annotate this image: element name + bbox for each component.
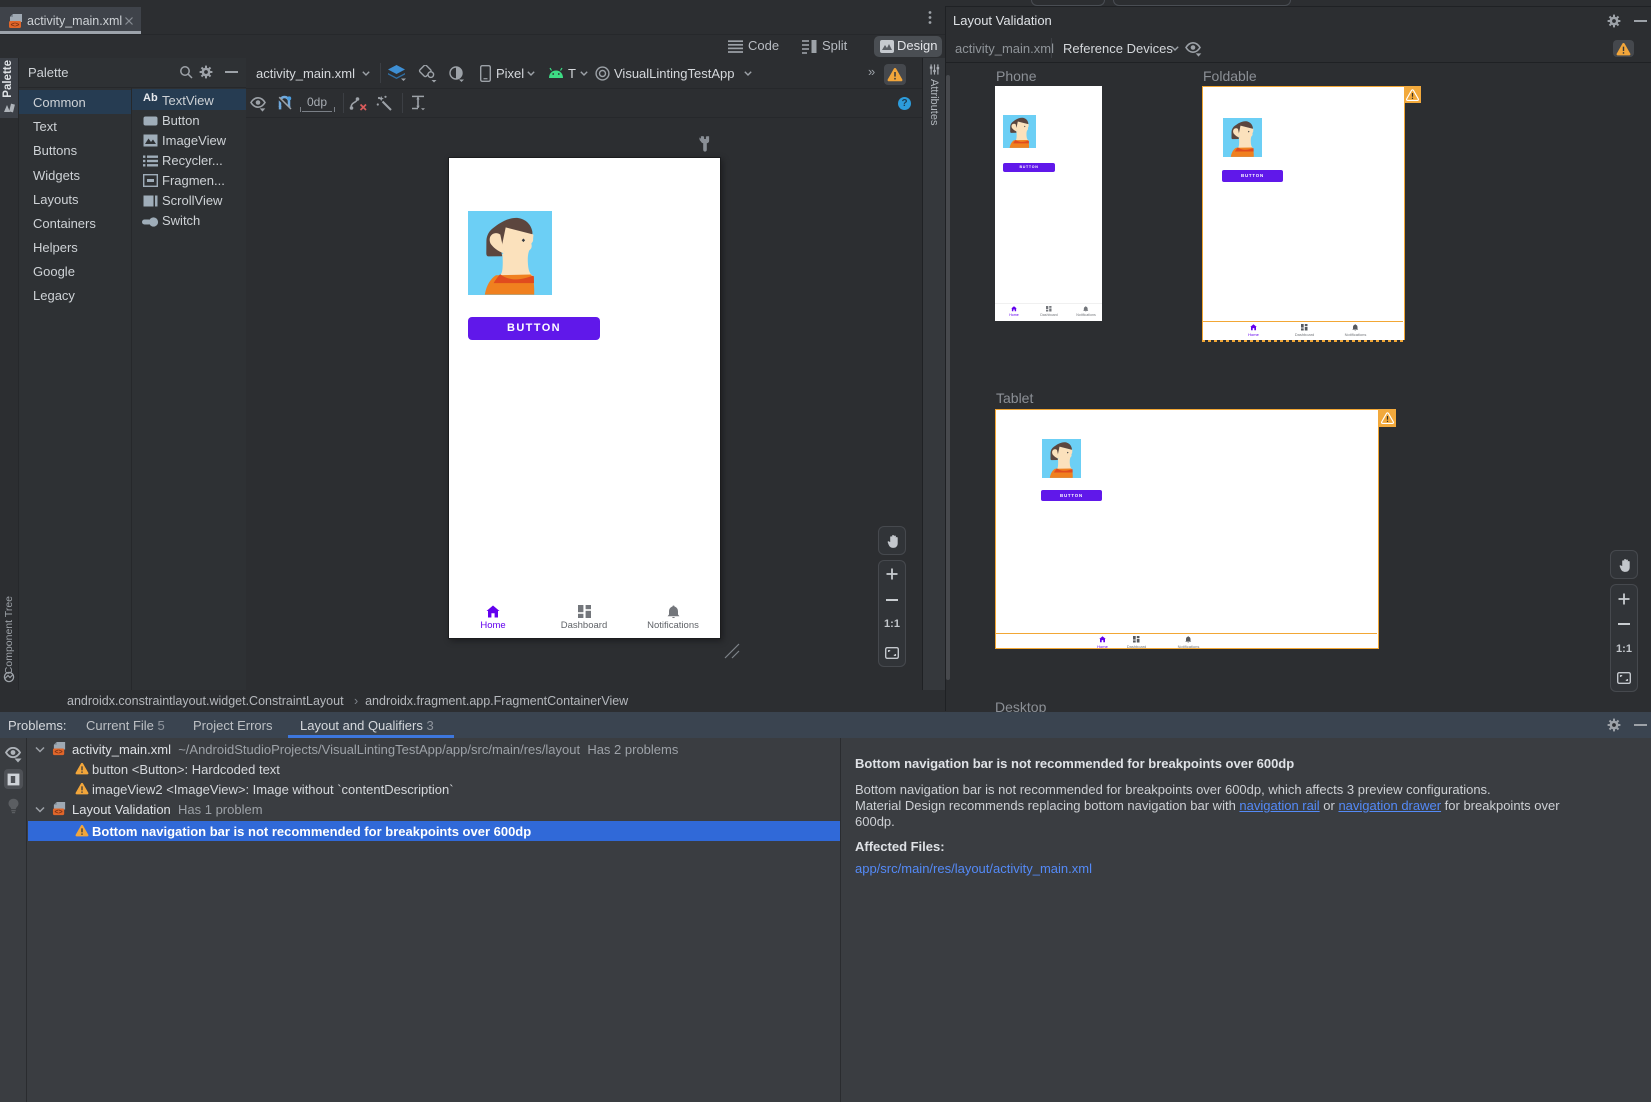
svg-text:<>: <> [11, 20, 20, 29]
svg-text:<>: <> [54, 809, 62, 816]
svg-text:<>: <> [54, 749, 62, 756]
